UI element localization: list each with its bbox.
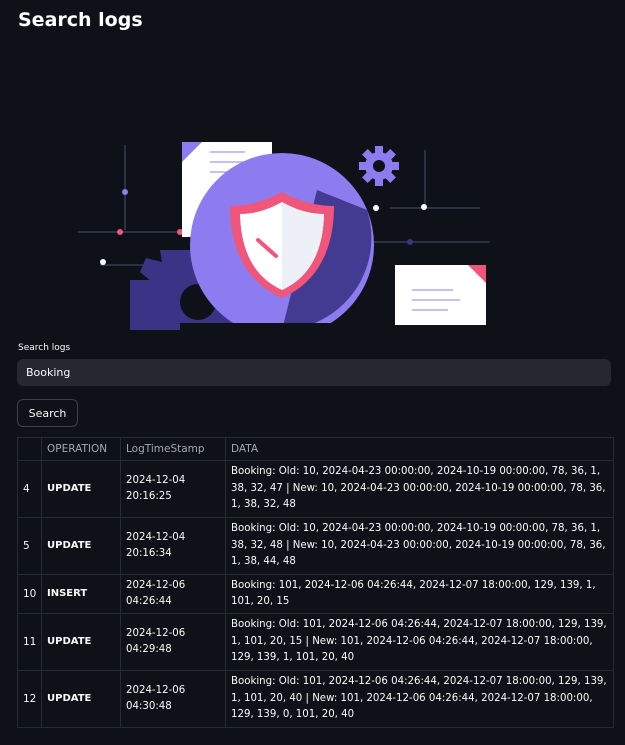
search-button[interactable]: Search xyxy=(17,399,78,427)
row-data: Booking: Old: 101, 2024-12-06 04:26:44, … xyxy=(225,670,614,728)
document-icon-secondary xyxy=(395,265,486,325)
logs-table: OPERATION LogTimeStamp DATA 4 UPDATE 202… xyxy=(17,437,614,728)
security-shield-illustration xyxy=(78,142,490,330)
column-header-logtimestamp[interactable]: LogTimeStamp xyxy=(120,437,226,461)
row-operation: UPDATE xyxy=(41,460,121,518)
page-title: Search logs xyxy=(18,9,143,31)
gear-icon xyxy=(359,146,399,186)
row-index: 4 xyxy=(17,460,42,518)
row-operation: UPDATE xyxy=(41,517,121,575)
column-header-index[interactable] xyxy=(17,437,42,461)
row-data: Booking: Old: 10, 2024-04-23 00:00:00, 2… xyxy=(225,460,614,518)
row-operation: INSERT xyxy=(41,574,121,614)
row-index: 12 xyxy=(17,670,42,728)
row-operation: UPDATE xyxy=(41,670,121,728)
table-row[interactable]: 11 UPDATE 2024-12-06 04:29:48 Booking: O… xyxy=(17,613,614,671)
row-timestamp: 2024-12-04 20:16:25 xyxy=(120,460,226,518)
table-row[interactable]: 5 UPDATE 2024-12-04 20:16:34 Booking: Ol… xyxy=(17,517,614,575)
row-timestamp: 2024-12-06 04:29:48 xyxy=(120,613,226,671)
row-data: Booking: Old: 10, 2024-04-23 00:00:00, 2… xyxy=(225,517,614,575)
row-timestamp: 2024-12-06 04:26:44 xyxy=(120,574,226,614)
search-input-label: Search logs xyxy=(18,343,71,353)
row-index: 5 xyxy=(17,517,42,575)
table-header-row: OPERATION LogTimeStamp DATA xyxy=(17,437,614,461)
table-row[interactable]: 4 UPDATE 2024-12-04 20:16:25 Booking: Ol… xyxy=(17,460,614,518)
row-data: Booking: 101, 2024-12-06 04:26:44, 2024-… xyxy=(225,574,614,614)
column-header-data[interactable]: DATA xyxy=(225,437,614,461)
row-index: 10 xyxy=(17,574,42,614)
row-index: 11 xyxy=(17,613,42,671)
column-header-operation[interactable]: OPERATION xyxy=(41,437,121,461)
table-row[interactable]: 10 INSERT 2024-12-06 04:26:44 Booking: 1… xyxy=(17,574,614,614)
search-input[interactable] xyxy=(17,359,611,386)
table-row[interactable]: 12 UPDATE 2024-12-06 04:30:48 Booking: O… xyxy=(17,670,614,728)
row-timestamp: 2024-12-06 04:30:48 xyxy=(120,670,226,728)
row-data: Booking: Old: 101, 2024-12-06 04:26:44, … xyxy=(225,613,614,671)
row-timestamp: 2024-12-04 20:16:34 xyxy=(120,517,226,575)
row-operation: UPDATE xyxy=(41,613,121,671)
